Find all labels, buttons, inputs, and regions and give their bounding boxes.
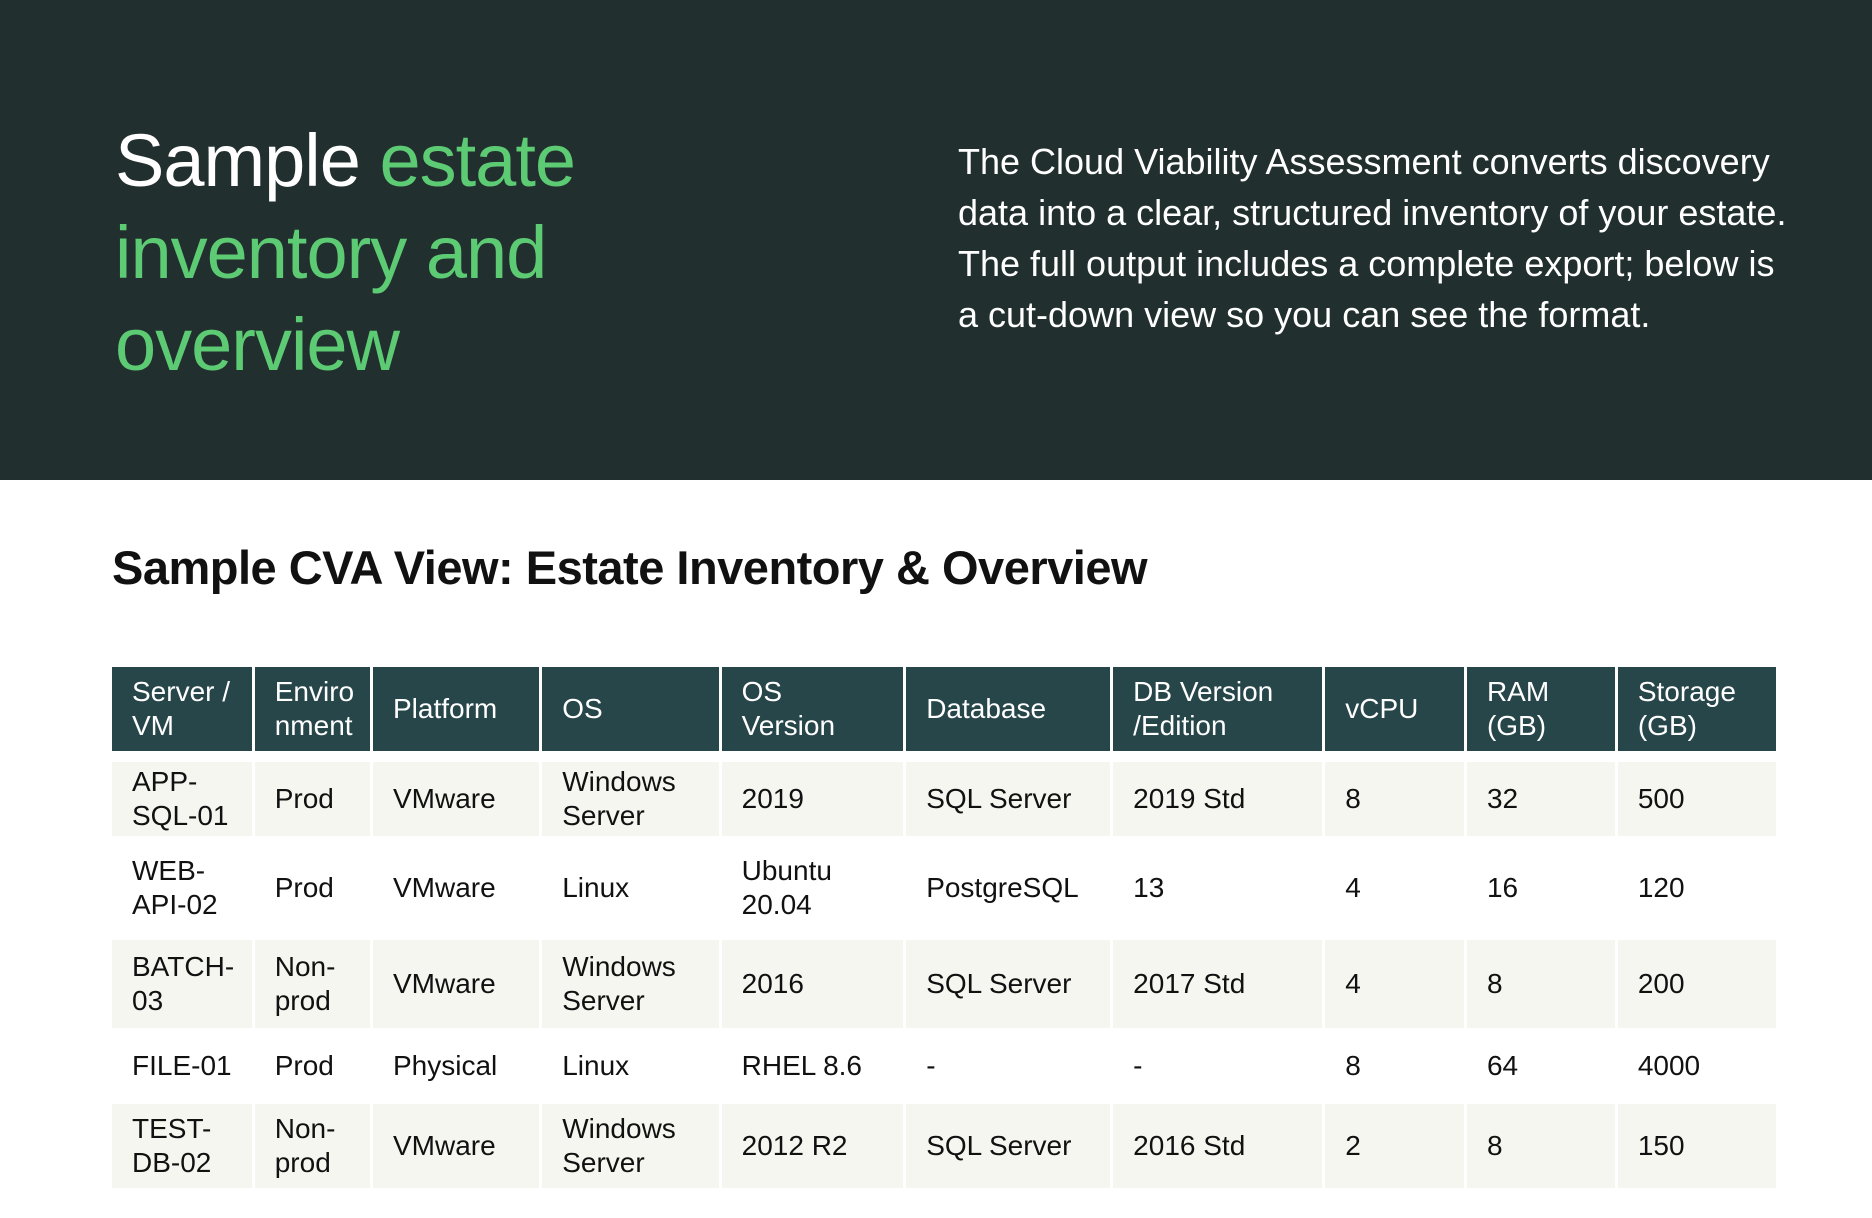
cell-environment: Non-prod: [254, 930, 370, 1028]
cell-os-version: 2016: [721, 930, 904, 1028]
cell-environment: Prod: [254, 836, 370, 930]
header-os-version: OS Version: [721, 667, 904, 752]
cell-platform: VMware: [372, 930, 540, 1028]
section-title: Sample CVA View: Estate Inventory & Over…: [112, 541, 1148, 594]
header-db-version: DB Version /Edition: [1113, 667, 1323, 752]
cell-os: Linux: [542, 1028, 719, 1094]
cell-vcpu: 8: [1325, 752, 1464, 836]
cell-vcpu: 4: [1325, 930, 1464, 1028]
cell-db-version: 2017 Std: [1113, 930, 1323, 1028]
table-row: TEST-DB-02 Non-prod VMware Windows Serve…: [112, 1094, 1776, 1188]
cell-environment: Prod: [254, 752, 370, 836]
header-vcpu: vCPU: [1325, 667, 1464, 752]
cell-db-version: -: [1113, 1028, 1323, 1094]
header-platform: Platform: [372, 667, 540, 752]
cell-storage: 500: [1617, 752, 1776, 836]
header-storage: Storage (GB): [1617, 667, 1776, 752]
hero-banner: Sample estate inventory and overview The…: [0, 0, 1872, 480]
cell-storage: 200: [1617, 930, 1776, 1028]
cell-vcpu: 4: [1325, 836, 1464, 930]
cell-ram: 64: [1466, 1028, 1615, 1094]
cell-os: Linux: [542, 836, 719, 930]
table-row: APP-SQL-01 Prod VMware Windows Server 20…: [112, 752, 1776, 836]
cell-server-vm: TEST-DB-02: [112, 1094, 252, 1188]
table-row: WEB-API-02 Prod VMware Linux Ubuntu 20.0…: [112, 836, 1776, 930]
cell-platform: VMware: [372, 752, 540, 836]
cell-ram: 32: [1466, 752, 1615, 836]
cell-db-version: 2019 Std: [1113, 752, 1323, 836]
cell-storage: 120: [1617, 836, 1776, 930]
cell-vcpu: 2: [1325, 1094, 1464, 1188]
cell-server-vm: APP-SQL-01: [112, 752, 252, 836]
header-server-vm: Server / VM: [112, 667, 252, 752]
cell-os: Windows Server: [542, 752, 719, 836]
hero-title: Sample estate inventory and overview: [115, 115, 755, 391]
cell-ram: 8: [1466, 1094, 1615, 1188]
cell-database: SQL Server: [906, 752, 1111, 836]
hero-description: The Cloud Viability Assessment converts …: [958, 141, 1787, 335]
cell-db-version: 2016 Std: [1113, 1094, 1323, 1188]
cell-os: Windows Server: [542, 930, 719, 1028]
cell-os-version: Ubuntu 20.04: [721, 836, 904, 930]
cell-os-version: RHEL 8.6: [721, 1028, 904, 1094]
cell-database: SQL Server: [906, 1094, 1111, 1188]
header-database: Database: [906, 667, 1111, 752]
cell-os-version: 2012 R2: [721, 1094, 904, 1188]
cell-environment: Prod: [254, 1028, 370, 1094]
inventory-table: Server / VM Enviro nment Platform OS OS …: [109, 667, 1779, 1188]
cell-vcpu: 8: [1325, 1028, 1464, 1094]
cell-storage: 4000: [1617, 1028, 1776, 1094]
cell-database: -: [906, 1028, 1111, 1094]
cell-ram: 16: [1466, 836, 1615, 930]
cell-server-vm: BATCH-03: [112, 930, 252, 1028]
cell-server-vm: FILE-01: [112, 1028, 252, 1094]
header-os: OS: [542, 667, 719, 752]
cell-ram: 8: [1466, 930, 1615, 1028]
hero-title-white: Sample: [115, 119, 380, 202]
cell-platform: Physical: [372, 1028, 540, 1094]
header-ram: RAM (GB): [1466, 667, 1615, 752]
cell-os: Windows Server: [542, 1094, 719, 1188]
table-row: BATCH-03 Non-prod VMware Windows Server …: [112, 930, 1776, 1028]
cell-server-vm: WEB-API-02: [112, 836, 252, 930]
cell-db-version: 13: [1113, 836, 1323, 930]
cell-os-version: 2019: [721, 752, 904, 836]
cell-platform: VMware: [372, 836, 540, 930]
header-environment: Enviro nment: [254, 667, 370, 752]
cell-database: SQL Server: [906, 930, 1111, 1028]
cell-storage: 150: [1617, 1094, 1776, 1188]
table-row: FILE-01 Prod Physical Linux RHEL 8.6 - -…: [112, 1028, 1776, 1094]
cell-environment: Non-prod: [254, 1094, 370, 1188]
cell-database: PostgreSQL: [906, 836, 1111, 930]
table-header-row: Server / VM Enviro nment Platform OS OS …: [112, 667, 1776, 752]
cell-platform: VMware: [372, 1094, 540, 1188]
